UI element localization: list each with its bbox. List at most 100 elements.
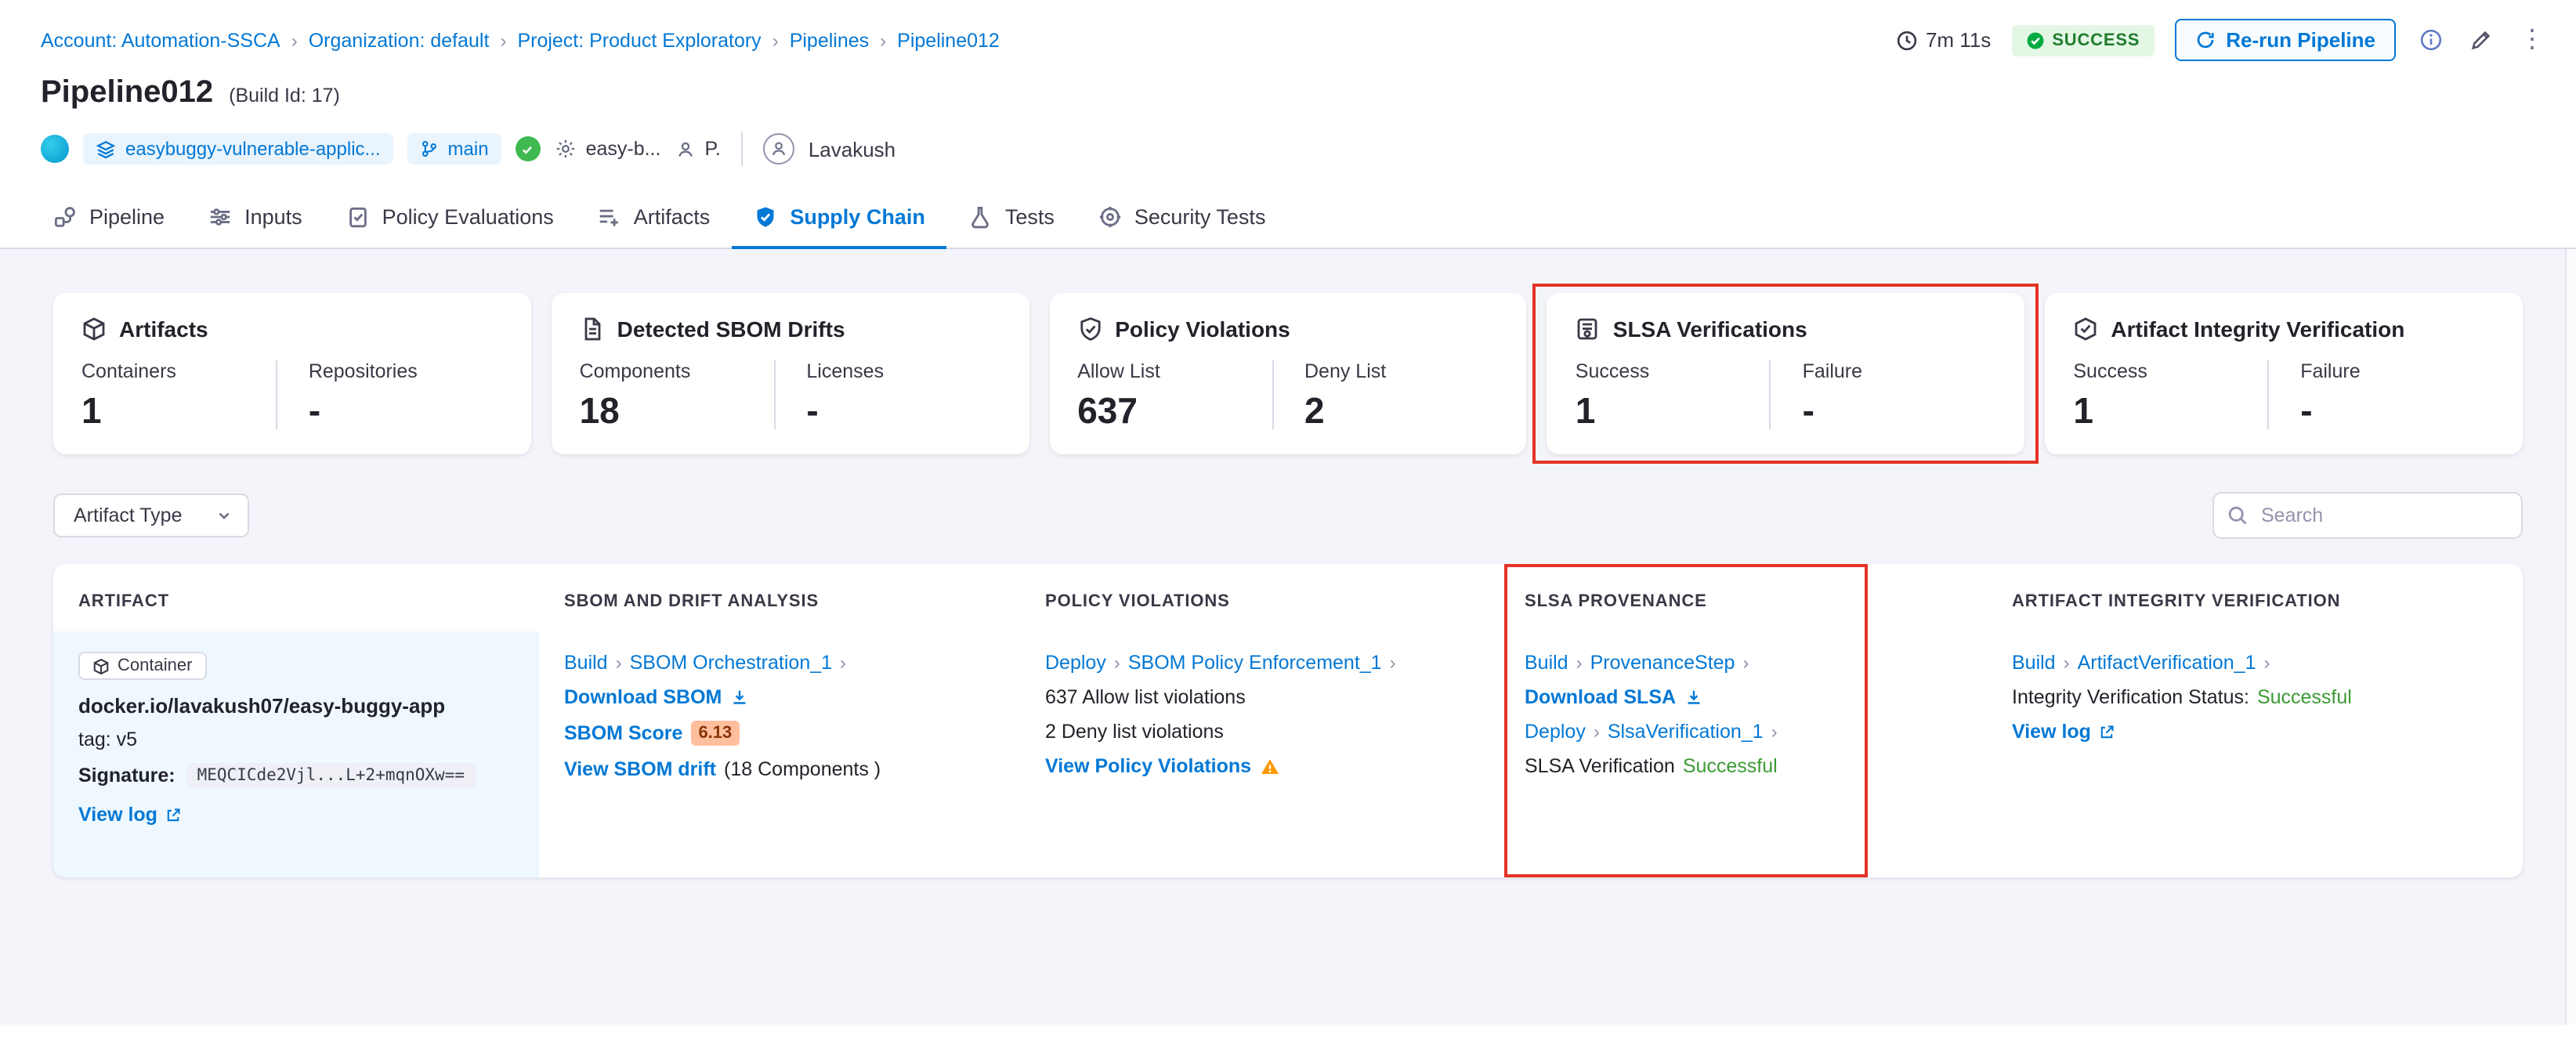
tab-bar: Pipeline Inputs Policy Evaluations Artif… xyxy=(0,179,2576,249)
title-row: Pipeline012 (Build Id: 17) xyxy=(0,61,2576,111)
stat-value: 1 xyxy=(1575,390,1596,431)
slsa-cell: Build ProvenanceStep Download SLSA Deplo… xyxy=(1500,631,1987,877)
tab-tests[interactable]: Tests xyxy=(947,191,1076,249)
clock-icon xyxy=(1896,29,1918,51)
divider xyxy=(740,132,743,166)
artifact-type-select[interactable]: Artifact Type xyxy=(53,494,250,537)
trigger-info: P. xyxy=(675,138,721,160)
sbom-step-link[interactable]: SBOM Orchestration_1 xyxy=(630,652,832,674)
stat-value: - xyxy=(806,390,819,431)
artifact-tag: tag: v5 xyxy=(78,729,138,750)
sbom-score-badge: 6.13 xyxy=(690,721,740,746)
view-sbom-drift-link[interactable]: View SBOM drift xyxy=(564,758,716,780)
container-icon xyxy=(92,657,110,674)
policy-stage-link[interactable]: Deploy xyxy=(1045,652,1106,674)
filter-row: Artifact Type xyxy=(53,492,2523,539)
stat-value: 1 xyxy=(81,390,102,431)
artifacts-card-icon xyxy=(81,316,107,342)
breadcrumb-account[interactable]: Account: Automation-SSCA xyxy=(41,29,280,51)
breadcrumb-organization[interactable]: Organization: default xyxy=(309,29,490,51)
breadcrumb-pipelines[interactable]: Pipelines xyxy=(790,29,869,51)
header: Account: Automation-SSCA Organization: d… xyxy=(0,0,2576,249)
header-actions: 7m 11s SUCCESS Re-run Pipeline xyxy=(1896,19,2548,61)
artifacts-table: ARTIFACT SBOM AND DRIFT ANALYSIS POLICY … xyxy=(53,564,2523,877)
ci-status-icon xyxy=(515,136,541,161)
scrollbar-track[interactable] xyxy=(2565,249,2576,1025)
info-icon[interactable] xyxy=(2416,25,2446,55)
stat-label: Components xyxy=(579,360,691,382)
tab-policy-evaluations[interactable]: Policy Evaluations xyxy=(324,191,576,249)
slsa-deploy-stage-link[interactable]: Deploy xyxy=(1525,721,1586,743)
repo-chip[interactable]: easybuggy-vulnerable-applic... xyxy=(83,133,393,165)
chevron-right-icon xyxy=(772,31,779,49)
column-header-policy: POLICY VIOLATIONS xyxy=(1045,592,1230,611)
build-id: (Build Id: 17) xyxy=(229,85,340,107)
drift-components-count: (18 Components ) xyxy=(724,758,881,780)
integrity-step-link[interactable]: ArtifactVerification_1 xyxy=(2078,652,2256,674)
pipeline-icon xyxy=(53,205,77,229)
user-name: Lavakush xyxy=(808,137,896,161)
repository-icon xyxy=(96,139,116,159)
integrity-card-icon xyxy=(2073,316,2098,342)
stat-value: 1 xyxy=(2073,390,2093,431)
view-log-link[interactable]: View log xyxy=(2012,721,2091,743)
sbom-stage-link[interactable]: Build xyxy=(564,652,608,674)
tests-icon xyxy=(969,205,993,229)
sbom-score-link[interactable]: SBOM Score xyxy=(564,722,682,744)
card-title: SLSA Verifications xyxy=(1612,316,1807,342)
card-title: Artifact Integrity Verification xyxy=(2111,316,2405,342)
slsa-verification-label: SLSA Verification xyxy=(1525,755,1675,777)
slsa-build-stage-link[interactable]: Build xyxy=(1525,652,1568,674)
kebab-menu-icon[interactable] xyxy=(2516,24,2548,56)
slsa-verification-status: Successful xyxy=(1682,755,1778,777)
branch-chip[interactable]: main xyxy=(407,133,501,165)
tab-supply-chain[interactable]: Supply Chain xyxy=(732,191,947,249)
external-link-icon xyxy=(2099,723,2116,740)
card-title: Detected SBOM Drifts xyxy=(617,316,845,342)
chevron-down-icon xyxy=(217,508,233,523)
search-box xyxy=(2212,492,2523,539)
stat-label: Allow List xyxy=(1077,360,1160,382)
provenance-step-link[interactable]: ProvenanceStep xyxy=(1590,652,1735,674)
sbom-drift-card-icon xyxy=(580,316,605,342)
supply-chain-icon xyxy=(754,205,777,229)
artifact-image-name: docker.io/lavakush07/easy-buggy-app xyxy=(78,694,446,718)
view-log-link[interactable]: View log xyxy=(78,804,157,826)
download-slsa-link[interactable]: Download SLSA xyxy=(1525,686,1676,708)
chevron-right-icon xyxy=(1742,653,1749,672)
chevron-right-icon xyxy=(1114,653,1120,672)
view-policy-violations-link[interactable]: View Policy Violations xyxy=(1045,755,1251,777)
tab-inputs[interactable]: Inputs xyxy=(186,191,324,249)
stat-value: 637 xyxy=(1077,390,1138,431)
chevron-right-icon xyxy=(2264,653,2270,672)
deny-list-violations: 2 Deny list violations xyxy=(1045,721,1224,743)
rerun-pipeline-button[interactable]: Re-run Pipeline xyxy=(2174,19,2396,61)
chevron-right-icon xyxy=(616,653,622,672)
inputs-icon xyxy=(208,205,232,229)
tab-security-tests[interactable]: Security Tests xyxy=(1076,191,1288,249)
breadcrumb-pipeline012[interactable]: Pipeline012 xyxy=(897,29,1000,51)
git-branch-icon xyxy=(420,139,439,158)
policy-violations-card-icon xyxy=(1077,316,1102,342)
integrity-stage-link[interactable]: Build xyxy=(2012,652,2056,674)
integrity-status: Successful xyxy=(2256,686,2352,708)
tab-pipeline[interactable]: Pipeline xyxy=(31,191,186,249)
edit-icon[interactable] xyxy=(2466,25,2496,55)
search-input[interactable] xyxy=(2212,492,2523,539)
chevron-right-icon xyxy=(1390,653,1396,672)
stat-label: Deny List xyxy=(1304,360,1387,382)
column-header-slsa: SLSA PROVENANCE xyxy=(1525,592,1707,611)
column-header-artifact: ARTIFACT xyxy=(78,592,169,611)
slsa-verification-step-link[interactable]: SlsaVerification_1 xyxy=(1608,721,1764,743)
download-sbom-link[interactable]: Download SBOM xyxy=(564,686,722,708)
policy-step-link[interactable]: SBOM Policy Enforcement_1 xyxy=(1128,652,1382,674)
refresh-icon xyxy=(2194,30,2215,50)
card-title: Policy Violations xyxy=(1115,316,1290,342)
column-header-integrity: ARTIFACT INTEGRITY VERIFICATION xyxy=(2012,592,2341,611)
card-policy-violations: Policy Violations Allow List 637 Deny Li… xyxy=(1049,293,1527,454)
tab-artifacts[interactable]: Artifacts xyxy=(576,191,733,249)
breadcrumb-project[interactable]: Project: Product Exploratory xyxy=(517,29,761,51)
stat-label: Success xyxy=(2073,360,2147,382)
chevron-right-icon xyxy=(1594,722,1600,741)
card-slsa-verifications: SLSA Verifications Success 1 Failure - xyxy=(1532,284,2039,464)
